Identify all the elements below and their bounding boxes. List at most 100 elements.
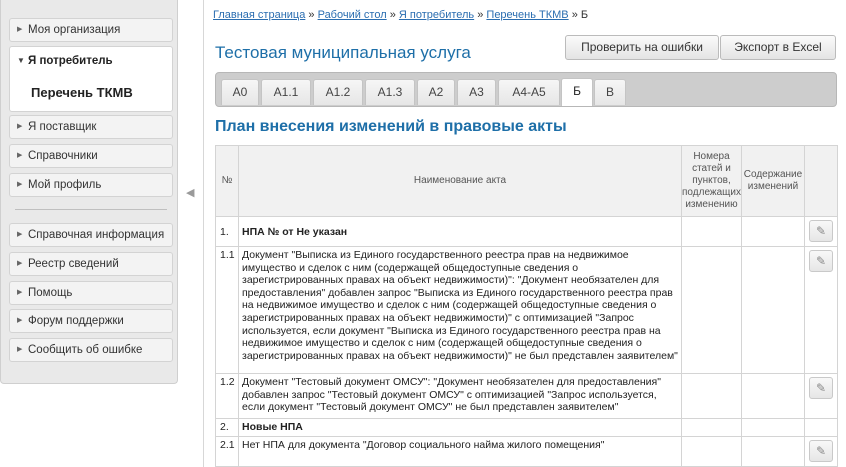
row-num: 1.2 <box>215 373 239 419</box>
column-header-name: Наименование акта <box>238 145 682 217</box>
edit-icon[interactable]: ✎ <box>809 250 833 272</box>
row-num: 2.1 <box>215 436 239 467</box>
row-num: 1.1 <box>215 246 239 374</box>
act-name: Документ "Выписка из Единого государстве… <box>238 246 682 374</box>
column-header-content: Содержание изменений <box>741 145 805 217</box>
tab-a4-a5[interactable]: А4-А5 <box>498 79 560 105</box>
tab-bar: А0 А1.1 А1.2 А1.3 А2 А3 А4-А5 Б В <box>215 72 837 107</box>
breadcrumb-separator: » <box>571 9 578 21</box>
sidebar-divider <box>15 209 167 210</box>
act-name: Новые НПА <box>238 418 682 437</box>
tab-a1-2[interactable]: А1.2 <box>313 79 363 105</box>
act-name: Нет НПА для документа "Договор социально… <box>238 436 682 467</box>
tab-a1-1[interactable]: А1.1 <box>261 79 311 105</box>
column-header-articles: Номера статей и пунктов, подлежащих изме… <box>681 145 742 217</box>
collapse-sidebar-icon[interactable]: ◀ <box>186 186 194 199</box>
tab-a1-3[interactable]: А1.3 <box>365 79 415 105</box>
row-num: 1. <box>215 216 239 247</box>
actions-cell: ✎ <box>804 246 838 374</box>
sidebar-item-report-error[interactable]: ▶ Сообщить об ошибке <box>9 338 173 362</box>
page-title: Тестовая муниципальная услуга <box>215 43 471 62</box>
breadcrumb-link-tkmv[interactable]: Перечень ТКМВ <box>486 9 568 21</box>
sidebar-item-label: Справочная информация <box>28 229 165 241</box>
act-name: НПА № от Не указан <box>238 216 682 247</box>
column-header-actions <box>804 145 838 217</box>
breadcrumb-link-home[interactable]: Главная страница <box>213 9 305 21</box>
table-row: 2. Новые НПА <box>215 418 838 437</box>
sidebar-item-label: Помощь <box>28 287 73 299</box>
tab-a2[interactable]: А2 <box>417 79 455 105</box>
caret-right-icon: ▶ <box>17 181 23 188</box>
sidebar-item-support-forum[interactable]: ▶ Форум поддержки <box>9 309 173 333</box>
sidebar-item-references[interactable]: ▶ Справочники <box>9 144 173 168</box>
caret-right-icon: ▶ <box>17 231 23 238</box>
sidebar-item-my-organization[interactable]: ▶ Моя организация <box>9 18 173 42</box>
content-cell <box>741 216 805 247</box>
acts-table: № Наименование акта Номера статей и пунк… <box>215 145 838 467</box>
caret-right-icon: ▶ <box>17 26 23 33</box>
breadcrumb: Главная страница » Рабочий стол » Я потр… <box>213 9 588 21</box>
breadcrumb-current: Б <box>580 9 589 21</box>
caret-right-icon: ▶ <box>17 317 23 324</box>
check-errors-button[interactable]: Проверить на ошибки <box>565 35 719 60</box>
caret-right-icon: ▶ <box>17 152 23 159</box>
tab-a0[interactable]: А0 <box>221 79 259 105</box>
articles-cell <box>681 436 742 467</box>
sidebar-item-label: Моя организация <box>28 24 121 36</box>
articles-cell <box>681 246 742 374</box>
table-row: 2.1 Нет НПА для документа "Договор социа… <box>215 436 838 467</box>
sidebar-item-label: Мой профиль <box>28 179 102 191</box>
sidebar-item-my-profile[interactable]: ▶ Мой профиль <box>9 173 173 197</box>
sidebar-item-reference-info[interactable]: ▶ Справочная информация <box>9 223 173 247</box>
articles-cell <box>681 418 742 437</box>
sidebar-item-label: Форум поддержки <box>28 315 124 327</box>
content-cell <box>741 436 805 467</box>
tab-b[interactable]: Б <box>561 78 593 106</box>
breadcrumb-separator: » <box>389 9 396 21</box>
sidebar-item-consumer-header[interactable]: ▼ Я потребитель <box>10 52 113 70</box>
section-title: План внесения изменений в правовые акты <box>215 118 567 135</box>
column-header-num: № <box>215 145 239 217</box>
sidebar-item-label: Сообщить об ошибке <box>28 344 143 356</box>
tab-a3[interactable]: А3 <box>457 79 496 105</box>
caret-right-icon: ▶ <box>17 123 23 130</box>
tab-v[interactable]: В <box>594 79 626 105</box>
content-cell <box>741 246 805 374</box>
breadcrumb-link-desktop[interactable]: Рабочий стол <box>318 9 387 21</box>
table-row: 1. НПА № от Не указан ✎ <box>215 216 838 247</box>
table-row: 1.1 Документ "Выписка из Единого государ… <box>215 246 838 374</box>
sidebar-item-consumer[interactable]: ▼ Я потребитель Перечень ТКМВ <box>9 46 173 112</box>
breadcrumb-separator: » <box>477 9 484 21</box>
actions-cell: ✎ <box>804 436 838 467</box>
table-row: 1.2 Документ "Тестовый документ ОМСУ": "… <box>215 373 838 419</box>
caret-right-icon: ▶ <box>17 346 23 353</box>
breadcrumb-separator: » <box>308 9 315 21</box>
sidebar-item-label: Я потребитель <box>28 55 113 67</box>
actions-cell <box>804 418 838 437</box>
articles-cell <box>681 216 742 247</box>
sidebar-item-label: Я поставщик <box>28 121 97 133</box>
main-divider <box>203 0 204 467</box>
sidebar-item-label: Справочники <box>28 150 98 162</box>
act-name: Документ "Тестовый документ ОМСУ": "Доку… <box>238 373 682 419</box>
content-cell <box>741 418 805 437</box>
sidebar-item-help[interactable]: ▶ Помощь <box>9 281 173 305</box>
edit-icon[interactable]: ✎ <box>809 440 833 462</box>
row-num: 2. <box>215 418 239 437</box>
caret-right-icon: ▶ <box>17 289 23 296</box>
sidebar-item-label: Реестр сведений <box>28 258 119 270</box>
table-header-row: № Наименование акта Номера статей и пунк… <box>215 145 838 217</box>
content-cell <box>741 373 805 419</box>
edit-icon[interactable]: ✎ <box>809 377 833 399</box>
sidebar: ▶ Моя организация ▼ Я потребитель Перече… <box>0 0 178 384</box>
sidebar-item-supplier[interactable]: ▶ Я поставщик <box>9 115 173 139</box>
caret-down-icon: ▼ <box>17 56 25 65</box>
breadcrumb-link-consumer[interactable]: Я потребитель <box>399 9 474 21</box>
caret-right-icon: ▶ <box>17 260 23 267</box>
sidebar-item-registry[interactable]: ▶ Реестр сведений <box>9 252 173 276</box>
actions-cell: ✎ <box>804 216 838 247</box>
export-excel-button[interactable]: Экспорт в Excel <box>720 35 836 60</box>
edit-icon[interactable]: ✎ <box>809 220 833 242</box>
sidebar-subitem-tkmv-list[interactable]: Перечень ТКМВ <box>31 85 133 100</box>
articles-cell <box>681 373 742 419</box>
